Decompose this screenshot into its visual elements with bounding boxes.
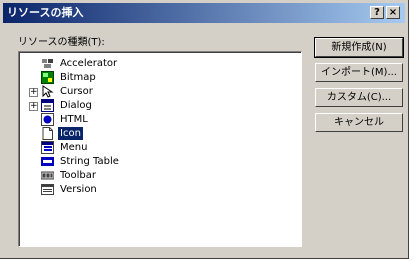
tree-item-cursor[interactable]: + Cursor — [20, 85, 301, 99]
resource-type-tree[interactable]: Accelerator Bitmap + Cursor + Dialog HTM… — [18, 51, 302, 247]
tree-item-menu[interactable]: Menu — [20, 141, 301, 155]
expand-icon[interactable]: + — [29, 102, 38, 111]
menu-icon — [41, 141, 54, 154]
tree-item-label: Menu — [60, 142, 88, 153]
toolbar-icon — [41, 171, 54, 180]
window-title: リソースの挿入 — [7, 6, 84, 19]
dialog-icon — [41, 99, 54, 112]
tree-item-version[interactable]: Version — [20, 183, 301, 197]
tree-item-accelerator[interactable]: Accelerator — [20, 57, 301, 71]
icon-resource-icon — [42, 127, 53, 140]
tree-item-icon[interactable]: Icon — [20, 126, 301, 141]
cancel-button[interactable]: キャンセル — [315, 113, 403, 132]
tree-item-label: Accelerator — [60, 58, 118, 69]
import-button[interactable]: インポート(M)... — [315, 63, 403, 82]
tree-item-label: String Table — [60, 156, 119, 167]
close-button[interactable]: × — [386, 6, 400, 19]
expand-icon[interactable]: + — [29, 88, 38, 97]
help-button[interactable]: ? — [370, 6, 384, 19]
cursor-icon — [42, 85, 54, 98]
tree-item-label: Cursor — [60, 86, 93, 97]
tree-item-label: HTML — [60, 114, 88, 125]
tree-item-html[interactable]: HTML — [20, 113, 301, 127]
tree-item-label: Toolbar — [60, 170, 97, 181]
string-table-icon — [41, 157, 54, 166]
tree-item-bitmap[interactable]: Bitmap — [20, 71, 301, 85]
title-bar[interactable]: リソースの挿入 ? × — [3, 3, 405, 23]
new-button[interactable]: 新規作成(N) — [314, 37, 404, 58]
tree-item-dialog[interactable]: + Dialog — [20, 99, 301, 113]
tree-item-label: Bitmap — [60, 72, 96, 83]
insert-resource-dialog: リソースの挿入 ? × リソースの種類(T): Accelerator Bitm… — [0, 0, 409, 259]
html-icon — [41, 113, 54, 126]
accelerator-icon — [42, 59, 53, 68]
resource-type-label: リソースの種類(T): — [18, 37, 105, 48]
tree-item-label: Dialog — [60, 100, 92, 111]
tree-item-label: Version — [60, 184, 97, 195]
custom-button[interactable]: カスタム(C)... — [315, 88, 403, 107]
tree-item-string-table[interactable]: String Table — [20, 155, 301, 169]
version-icon — [41, 184, 54, 195]
tree-item-toolbar[interactable]: Toolbar — [20, 169, 301, 183]
bitmap-icon — [41, 71, 54, 84]
tree-item-label: Icon — [57, 126, 84, 141]
